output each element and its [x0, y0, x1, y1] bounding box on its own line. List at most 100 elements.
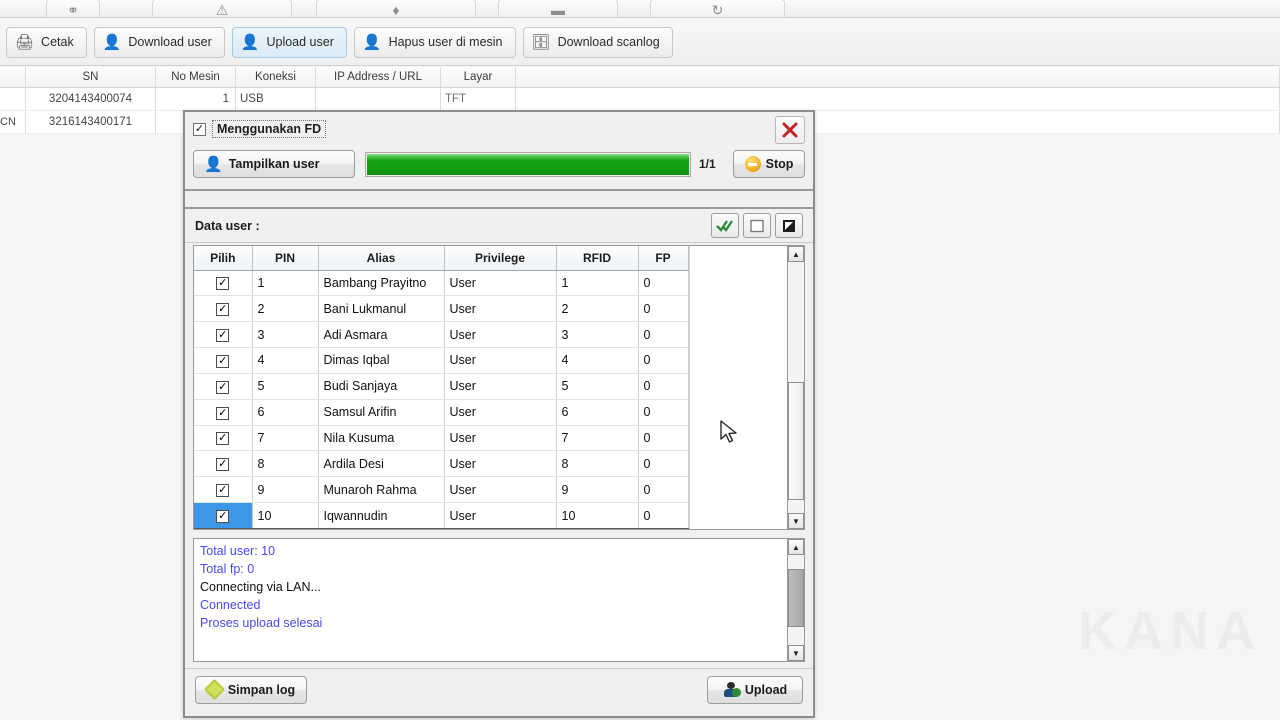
row-checkbox[interactable]: ✓ — [216, 303, 230, 317]
close-button[interactable] — [775, 116, 805, 144]
cell-fp: 0 — [638, 399, 689, 426]
row-checkbox[interactable]: ✓ — [216, 277, 230, 291]
table-row[interactable]: ✓ 7 Nila Kusuma User 7 0 — [194, 425, 689, 452]
table-row[interactable]: ✓ 10 Iqwannudin User 10 0 — [194, 502, 689, 529]
cell-pin: 1 — [252, 270, 319, 297]
toolbar-button-upload-user[interactable]: 👤 Upload user — [231, 26, 347, 58]
fd-checkbox[interactable]: ✓ — [193, 122, 206, 136]
row-checkbox[interactable]: ✓ — [216, 432, 230, 446]
row-checkbox[interactable]: ✓ — [216, 354, 230, 368]
row-select-cell[interactable]: ✓ — [194, 373, 253, 400]
upload-user-dialog: ✓ Menggunakan FD 👤 Tampilkan user 1/1 St… — [183, 110, 815, 718]
log-text-area[interactable]: Total user: 10 Total fp: 0 Connecting via … — [194, 539, 787, 661]
toolbar-top-button-1[interactable]: ⚭ — [46, 0, 100, 17]
upload-progress-bar — [365, 151, 691, 177]
data-user-label: Data user : — [195, 218, 260, 233]
refresh-icon: ↻ — [711, 2, 724, 17]
row-checkbox[interactable]: ✓ — [216, 484, 230, 498]
col-header-fp[interactable]: FP — [638, 246, 689, 271]
dialog-footer: Simpan log Upload — [185, 668, 813, 710]
table-row[interactable]: ✓ 5 Budi Sanjaya User 5 0 — [194, 373, 689, 400]
log-scrollbar-track[interactable] — [788, 555, 804, 645]
col-header-pin[interactable]: PIN — [252, 246, 319, 271]
stop-button[interactable]: Stop — [733, 150, 805, 178]
toolbar-button-cetak[interactable]: 🖨 Cetak — [6, 26, 87, 58]
log-line: Total fp: 0 — [200, 562, 255, 576]
col-header-alias[interactable]: Alias — [318, 246, 445, 271]
grid-col-koneksi[interactable]: Koneksi — [236, 67, 316, 87]
toolbar-button-hapus-user[interactable]: 👤 Hapus user di mesin — [353, 26, 516, 58]
col-header-privilege[interactable]: Privilege — [444, 246, 557, 271]
user-table-header-row: Pilih PIN Alias Privilege RFID FP — [194, 246, 689, 271]
show-users-button-label: Tampilkan user — [228, 157, 320, 171]
row-checkbox[interactable]: ✓ — [216, 510, 230, 524]
card-icon: ▬ — [551, 2, 565, 17]
cell-alias: Adi Asmara — [318, 321, 445, 349]
table-row[interactable]: ✓ 6 Samsul Arifin User 6 0 — [194, 399, 689, 426]
cell-pin: 10 — [252, 502, 319, 529]
table-row[interactable]: ✓ 3 Adi Asmara User 3 0 — [194, 321, 689, 349]
toolbar-top-button-5[interactable]: ↻ — [650, 0, 785, 17]
cell-alias: Budi Sanjaya — [318, 373, 445, 400]
row-checkbox[interactable]: ✓ — [216, 329, 230, 343]
grid-cell-rest — [516, 88, 1280, 110]
cell-alias: Dimas Iqbal — [318, 347, 445, 374]
grid-col-ip-address[interactable]: IP Address / URL — [316, 67, 441, 87]
log-scrollbar-thumb[interactable] — [788, 569, 804, 627]
toolbar-top-button-4[interactable]: ▬ — [498, 0, 618, 17]
grid-col-sn[interactable]: SN — [26, 67, 156, 87]
save-log-button[interactable]: Simpan log — [195, 675, 307, 704]
toolbar-button-label: Download user — [128, 35, 212, 49]
scroll-up-arrow-icon[interactable]: ▲ — [788, 246, 804, 262]
row-select-cell[interactable]: ✓ — [194, 425, 253, 452]
select-all-button[interactable] — [711, 213, 739, 238]
log-scroll-up-arrow-icon[interactable]: ▲ — [788, 539, 804, 555]
grid-col-no-mesin[interactable]: No Mesin — [156, 67, 236, 87]
row-checkbox[interactable]: ✓ — [216, 406, 230, 420]
log-scroll-down-arrow-icon[interactable]: ▼ — [788, 645, 804, 661]
user-table-vertical-scrollbar[interactable]: ▲ ▼ — [787, 246, 804, 529]
grid-col-layar[interactable]: Layar — [441, 67, 516, 87]
row-select-cell[interactable]: ✓ — [194, 502, 253, 529]
toolbar-top-button-2[interactable]: ⚠ — [152, 0, 292, 17]
row-checkbox[interactable]: ✓ — [216, 458, 230, 472]
table-row[interactable]: ✓ 1 Bambang Prayitno User 1 0 — [194, 270, 689, 297]
row-checkbox[interactable]: ✓ — [216, 380, 230, 394]
col-header-rfid[interactable]: RFID — [556, 246, 639, 271]
cell-rfid: 9 — [556, 476, 639, 504]
scroll-down-arrow-icon[interactable]: ▼ — [788, 513, 804, 529]
scrollbar-track[interactable] — [788, 262, 804, 513]
show-users-button[interactable]: 👤 Tampilkan user — [193, 150, 355, 178]
row-select-cell[interactable]: ✓ — [194, 476, 253, 504]
table-row[interactable]: ✓ 9 Munaroh Rahma User 9 0 — [194, 476, 689, 504]
scrollbar-thumb[interactable] — [788, 382, 804, 500]
table-row[interactable]: ✓ 2 Bani Lukmanul User 2 0 — [194, 295, 689, 323]
data-user-bar: Data user : — [185, 209, 813, 243]
invert-selection-button[interactable] — [775, 213, 803, 238]
col-header-pilih[interactable]: Pilih — [194, 246, 253, 271]
row-select-cell[interactable]: ✓ — [194, 270, 253, 297]
row-select-cell[interactable]: ✓ — [194, 321, 253, 349]
toolbar-button-download-user[interactable]: 👤 Download user — [93, 26, 225, 58]
row-select-cell[interactable]: ✓ — [194, 450, 253, 478]
toolbar-button-download-scanlog[interactable]: 🗄 Download scanlog — [522, 26, 673, 58]
cell-privilege: User — [444, 270, 557, 297]
row-select-cell[interactable]: ✓ — [194, 399, 253, 426]
toolbar-button-label: Upload user — [266, 35, 334, 49]
upload-button[interactable]: Upload — [707, 675, 803, 704]
cell-rfid: 1 — [556, 270, 639, 297]
log-vertical-scrollbar[interactable]: ▲ ▼ — [787, 539, 804, 661]
toolbar-top-button-3[interactable]: ♦ — [316, 0, 476, 17]
row-select-cell[interactable]: ✓ — [194, 347, 253, 374]
grid-cell-no-mesin: 1 — [156, 88, 236, 110]
fd-checkbox-row[interactable]: ✓ Menggunakan FD — [193, 118, 805, 140]
user-table-empty-area — [688, 246, 787, 529]
table-row[interactable]: ✓ 8 Ardila Desi User 8 0 — [194, 450, 689, 478]
log-line: Connecting via LAN... — [200, 580, 321, 594]
table-row[interactable]: ✓ 4 Dimas Iqbal User 4 0 — [194, 347, 689, 374]
grid-cell-prefix: CN — [0, 111, 26, 133]
row-select-cell[interactable]: ✓ — [194, 295, 253, 323]
grid-cell-ip — [316, 88, 441, 110]
deselect-all-button[interactable] — [743, 213, 771, 238]
machine-grid-row[interactable]: 3204143400074 1 USB TFT — [0, 88, 1280, 111]
